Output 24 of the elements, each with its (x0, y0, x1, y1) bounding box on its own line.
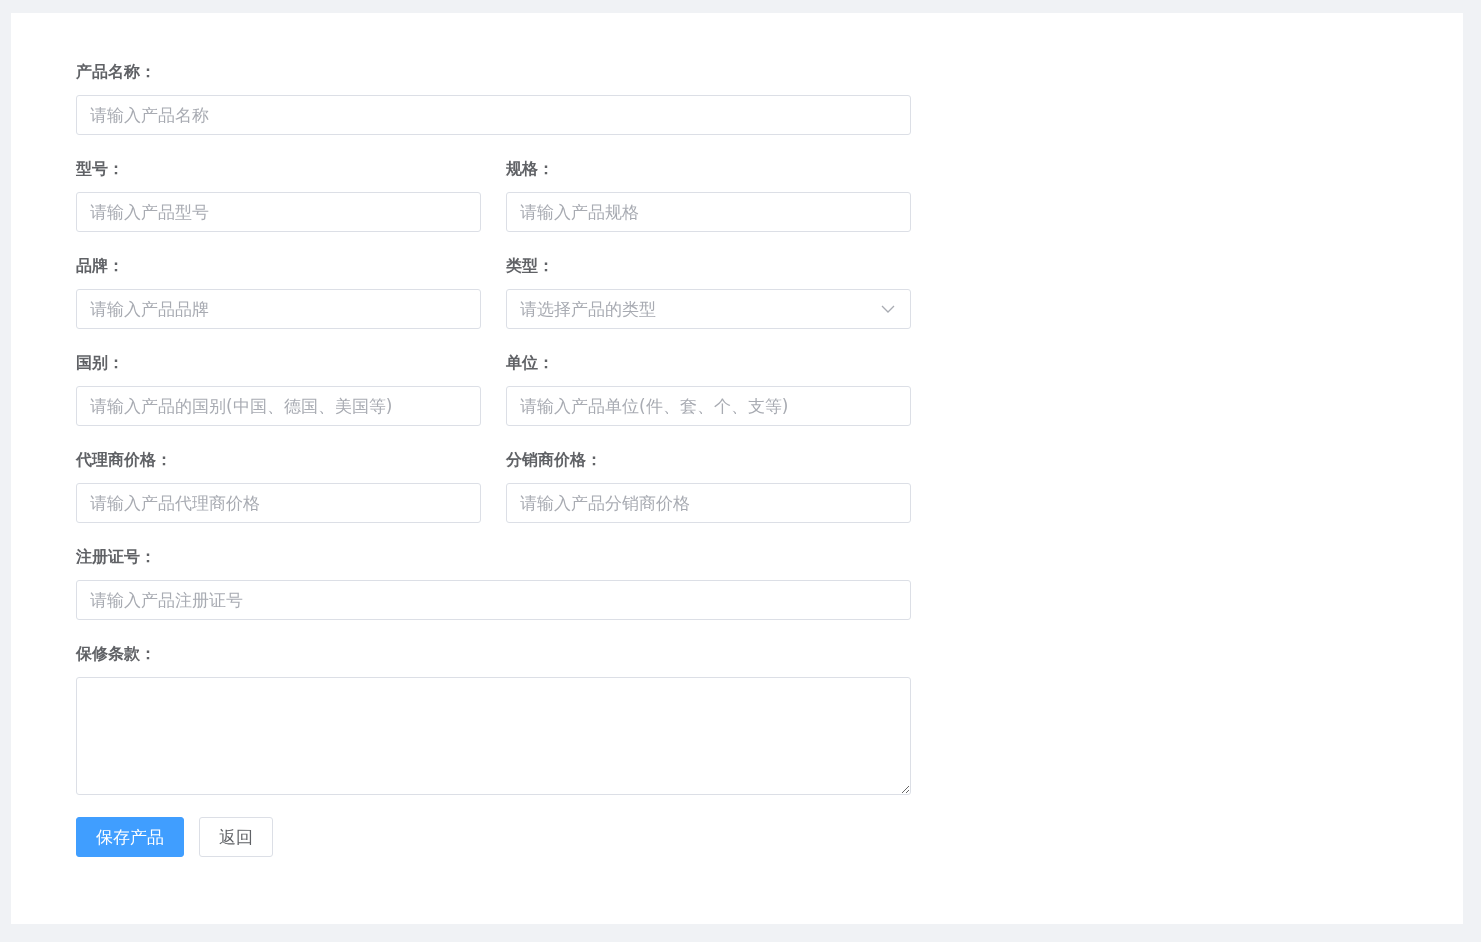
input-field[interactable]: 请输入产品单位(件、套、个、支等) (506, 386, 911, 426)
input-field[interactable]: 请输入产品名称 (76, 95, 911, 135)
input-field[interactable]: 请输入产品代理商价格 (76, 483, 481, 523)
input-field[interactable]: 请输入产品规格 (506, 192, 911, 232)
field-label: 代理商价格： (76, 450, 172, 470)
field-label: 注册证号： (76, 547, 156, 567)
chevron-down-icon (881, 305, 895, 313)
field-label: 品牌： (76, 256, 124, 276)
field-label: 分销商价格： (506, 450, 602, 470)
input-field[interactable]: 请输入产品分销商价格 (506, 483, 911, 523)
field-label: 国别： (76, 353, 124, 373)
input-field[interactable]: 请输入产品型号 (76, 192, 481, 232)
input-field[interactable]: 请输入产品品牌 (76, 289, 481, 329)
text-area[interactable] (76, 677, 911, 795)
input-field[interactable]: 请输入产品注册证号 (76, 580, 911, 620)
input-field[interactable]: 请输入产品的国别(中国、德国、美国等) (76, 386, 481, 426)
field-label: 单位： (506, 353, 554, 373)
field-label: 保修条款： (76, 644, 156, 664)
field-label: 型号： (76, 159, 124, 179)
back-button[interactable]: 返回 (199, 817, 273, 857)
field-label: 规格： (506, 159, 554, 179)
select-field[interactable]: 请选择产品的类型 (506, 289, 911, 329)
field-label: 类型： (506, 256, 554, 276)
field-label: 产品名称： (76, 62, 156, 82)
